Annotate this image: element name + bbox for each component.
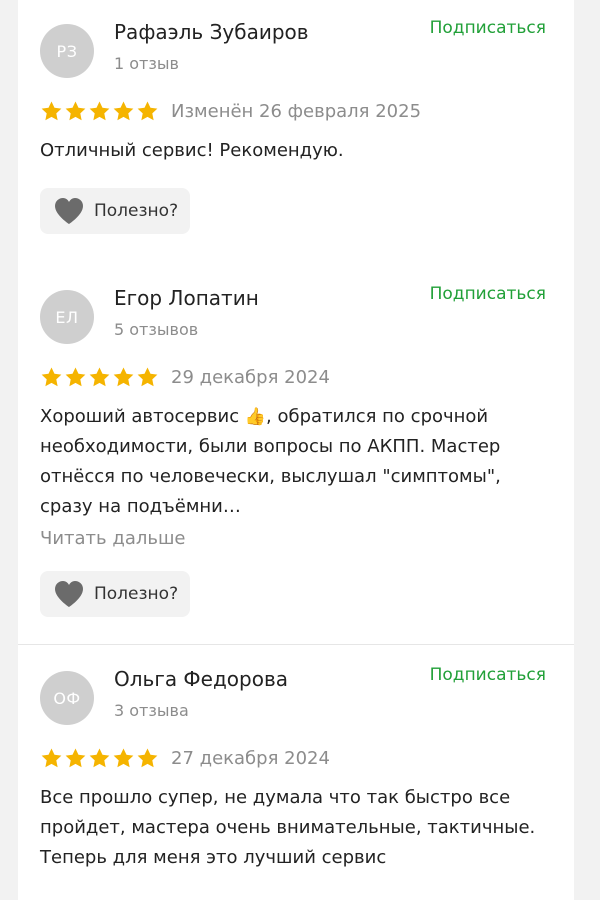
helpful-button[interactable]: Полезно?: [40, 571, 191, 617]
review-text: Хороший автосервис 👍, обратился по срочн…: [40, 402, 550, 522]
author-name[interactable]: Рафаэль Зубаиров: [114, 20, 309, 44]
avatar[interactable]: ОФ: [40, 671, 94, 725]
review-header: ОФ Ольга Федорова 3 отзыва Подписаться: [40, 663, 546, 725]
reviews-list: РЗ Рафаэль Зубаиров 1 отзыв Подписаться …: [18, 0, 574, 900]
review-date: Изменён 26 февраля 2025: [171, 100, 422, 122]
review-header: РЗ Рафаэль Зубаиров 1 отзыв Подписаться: [40, 16, 546, 78]
heart-icon: [54, 197, 84, 225]
review-text: Отличный сервис! Рекомендую.: [40, 140, 344, 161]
heart-icon: [54, 580, 84, 608]
rating-row: 29 декабря 2024: [40, 362, 546, 392]
star-icon: [88, 747, 111, 770]
review-date: 27 декабря 2024: [171, 747, 330, 769]
author-review-count: 5 отзывов: [114, 320, 199, 339]
star-icon: [40, 366, 63, 389]
author-name[interactable]: Егор Лопатин: [114, 286, 259, 310]
star-icon: [40, 747, 63, 770]
rating-row: 27 декабря 2024: [40, 743, 546, 773]
star-icon: [64, 747, 87, 770]
star-icon: [112, 100, 135, 123]
subscribe-button[interactable]: Подписаться: [430, 665, 546, 685]
thumbs-up-icon: 👍: [244, 407, 267, 427]
review-card: ОФ Ольга Федорова 3 отзыва Подписаться 2…: [18, 645, 574, 873]
star-icon: [136, 100, 159, 123]
read-more-link[interactable]: Читать дальше: [40, 528, 546, 549]
helpful-label: Полезно?: [94, 584, 179, 604]
helpful-label: Полезно?: [94, 201, 179, 221]
review-text: Все прошло супер, не думала что так быст…: [40, 787, 536, 868]
rating-row: Изменён 26 февраля 2025: [40, 96, 546, 126]
star-icon: [136, 366, 159, 389]
helpful-button[interactable]: Полезно?: [40, 188, 191, 234]
star-rating: [40, 100, 159, 123]
star-icon: [136, 747, 159, 770]
star-rating: [40, 747, 159, 770]
avatar[interactable]: ЕЛ: [40, 290, 94, 344]
review-header: ЕЛ Егор Лопатин 5 отзывов Подписаться: [40, 282, 546, 344]
star-icon: [112, 747, 135, 770]
subscribe-button[interactable]: Подписаться: [430, 18, 546, 38]
star-icon: [112, 366, 135, 389]
star-icon: [88, 366, 111, 389]
author-review-count: 1 отзыв: [114, 54, 179, 73]
avatar[interactable]: РЗ: [40, 24, 94, 78]
review-card: РЗ Рафаэль Зубаиров 1 отзыв Подписаться …: [18, 0, 574, 266]
star-icon: [64, 366, 87, 389]
star-icon: [64, 100, 87, 123]
star-icon: [88, 100, 111, 123]
subscribe-button[interactable]: Подписаться: [430, 284, 546, 304]
review-date: 29 декабря 2024: [171, 366, 330, 388]
review-card: ЕЛ Егор Лопатин 5 отзывов Подписаться 29…: [18, 266, 574, 645]
star-icon: [40, 100, 63, 123]
star-rating: [40, 366, 159, 389]
author-name[interactable]: Ольга Федорова: [114, 667, 288, 691]
review-text-part: Хороший автосервис: [40, 406, 240, 427]
author-review-count: 3 отзыва: [114, 701, 189, 720]
